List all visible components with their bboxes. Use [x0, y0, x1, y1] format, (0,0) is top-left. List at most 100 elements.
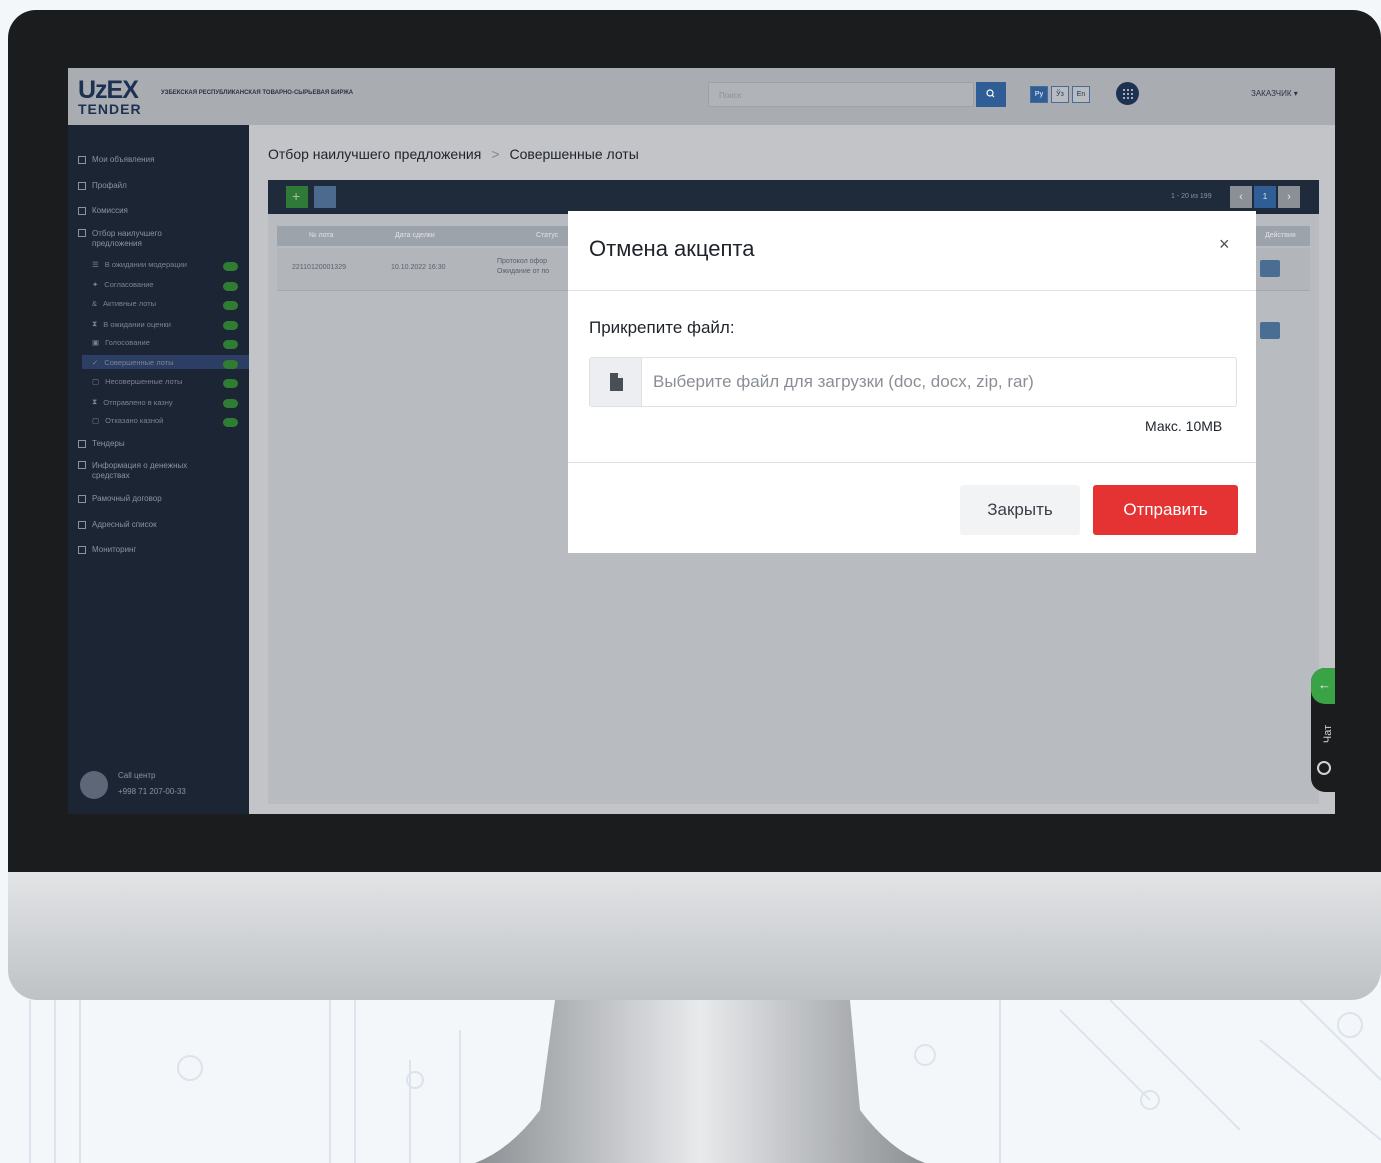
breadcrumb-parent[interactable]: Отбор наилучшего предложения: [268, 146, 481, 162]
close-button[interactable]: Закрыть: [960, 485, 1080, 535]
user-menu[interactable]: ЗАКАЗЧИК ▾: [1251, 89, 1298, 98]
sidebar-sub-voting[interactable]: ▣ Голосование: [92, 338, 150, 347]
sidebar-sub-label: Несовершенные лоты: [105, 377, 183, 386]
call-center-label: Call центр: [118, 771, 156, 780]
count-badge: [223, 418, 238, 427]
count-badge: [223, 321, 238, 330]
row-action-button[interactable]: [1260, 322, 1280, 339]
sidebar-sub-label: Отказано казной: [105, 416, 164, 425]
hourglass-icon: ⧗: [92, 397, 98, 406]
sidebar-item-monitoring[interactable]: Мониторинг: [78, 545, 136, 554]
apps-grid-icon[interactable]: [1116, 82, 1139, 105]
search-input[interactable]: Поиск: [708, 82, 974, 107]
sidebar-item-funds[interactable]: Информация о денежных средствах: [78, 461, 228, 481]
sidebar-sub-completed[interactable]: ✓ Совершенные лоты: [92, 358, 174, 367]
monitor-stand: [475, 1000, 925, 1163]
refresh-button[interactable]: [314, 186, 336, 208]
arrow-left-icon: ←: [1318, 677, 1331, 692]
sidebar-sub-label: В ожидании модерации: [104, 260, 187, 269]
file-icon-box: [590, 358, 642, 406]
cell-status: Протокол офор: [497, 258, 548, 265]
sidebar-item-profile[interactable]: Профайл: [78, 181, 127, 190]
count-badge: [223, 340, 238, 349]
sidebar-sub-label: Отправлено в казну: [103, 397, 173, 407]
add-button[interactable]: +: [286, 186, 308, 208]
sidebar-item-label: Рамочный договор: [92, 494, 162, 503]
plus-icon: +: [292, 188, 301, 204]
monitor-chin: [8, 872, 1381, 1000]
close-icon[interactable]: ×: [1219, 234, 1230, 255]
sidebar-item-label: Мониторинг: [92, 545, 137, 554]
chart-icon: [78, 545, 86, 554]
max-size-hint: Макс. 10MB: [1145, 418, 1223, 434]
col-date: Дата сделки: [395, 232, 435, 239]
cell-lot: 22110120001329: [292, 264, 346, 271]
lang-en[interactable]: En: [1072, 86, 1090, 103]
count-badge: [223, 360, 238, 369]
count-badge: [223, 282, 238, 291]
sidebar-sub-evaluation[interactable]: ⧗ В ожидании оценки: [92, 319, 171, 329]
col-actions: Действия: [1265, 232, 1296, 239]
sidebar-sub-active[interactable]: & Активные лоты: [92, 299, 156, 308]
logo-subtext: TENDER: [78, 101, 142, 117]
sidebar-item-label: Комиссия: [92, 206, 128, 215]
sidebar-sub-approval[interactable]: ✦ Согласование: [92, 280, 154, 289]
uzex-logo[interactable]: UzEX TENDER: [78, 78, 153, 118]
search-icon: [986, 89, 995, 98]
commission-icon: [78, 206, 86, 215]
file-icon: [610, 373, 623, 391]
users-icon: &: [92, 299, 98, 308]
sidebar-item-label: Профайл: [92, 181, 127, 190]
sidebar-sub-label: Голосование: [105, 338, 150, 347]
sidebar-item-framework[interactable]: Рамочный договор: [78, 494, 162, 503]
sidebar-item-label: Отбор наилучшего предложения: [92, 229, 162, 248]
file-upload-input[interactable]: Выберите файл для загрузки (doc, docx, z…: [589, 357, 1237, 407]
col-status: Статус: [536, 232, 559, 239]
prev-page-button[interactable]: ‹: [1230, 186, 1252, 208]
breadcrumb: Отбор наилучшего предложения > Совершенные…: [268, 146, 639, 162]
page-number[interactable]: 1: [1254, 186, 1276, 208]
sidebar-item-label: Информация о денежных средствах: [92, 461, 188, 480]
sidebar-sub-sent-treasury[interactable]: ⧗ Отправлено в казну: [92, 397, 173, 407]
sidebar-item-address-list[interactable]: Адресный список: [78, 520, 157, 529]
file-field-label: Прикрепите файл:: [589, 318, 735, 337]
sidebar-sub-rejected-treasury[interactable]: ▢ Отказано казной: [92, 416, 163, 425]
box-icon: ▢: [92, 377, 100, 386]
document-icon: [78, 439, 86, 448]
folder-icon: [78, 229, 86, 237]
chevron-down-icon: ▾: [1293, 89, 1298, 98]
sidebar-sub-label: Совершенные лоты: [104, 358, 174, 367]
sidebar-sub-incomplete[interactable]: ▢ Несовершенные лоты: [92, 377, 182, 386]
next-page-button[interactable]: ›: [1278, 186, 1300, 208]
cell-status: Ожидание от по: [497, 268, 550, 275]
document-icon: [78, 155, 86, 164]
row-action-button[interactable]: [1260, 260, 1280, 277]
sidebar-sub-moderation[interactable]: ☰ В ожидании модерации: [92, 260, 187, 269]
user-role: ЗАКАЗЧИК: [1251, 89, 1292, 98]
search-placeholder: Поиск: [719, 91, 742, 100]
chat-collapse-button[interactable]: ←: [1311, 668, 1335, 704]
sidebar-item-announcements[interactable]: Мои объявления: [78, 155, 154, 164]
chat-label: Чат: [1322, 724, 1335, 744]
modal-divider: [568, 290, 1256, 291]
submit-button[interactable]: Отправить: [1093, 485, 1238, 535]
list-icon: [78, 520, 86, 529]
sidebar-item-best-offer[interactable]: Отбор наилучшего предложения: [78, 229, 228, 249]
sidebar-item-tenders[interactable]: Тендеры: [78, 439, 125, 448]
count-badge: [223, 379, 238, 388]
handshake-icon: [78, 494, 86, 503]
search-button[interactable]: [976, 82, 1006, 107]
sidebar-sub-label: Активные лоты: [103, 299, 157, 308]
user-icon: [78, 181, 86, 190]
breadcrumb-current: Совершенные лоты: [509, 146, 639, 162]
count-badge: [223, 301, 238, 310]
sidebar-sub-label: В ожидании оценки: [103, 319, 171, 329]
sidebar-item-label: Мои объявления: [92, 155, 155, 164]
check-icon: ✓: [92, 358, 99, 367]
lang-uz[interactable]: Ўз: [1051, 86, 1069, 103]
sidebar-item-commission[interactable]: Комиссия: [78, 206, 128, 215]
list-icon: ☰: [92, 260, 99, 269]
sidebar-sub-label: Согласование: [104, 280, 154, 289]
sidebar-item-label: Адресный список: [92, 520, 157, 529]
lang-ru[interactable]: Ру: [1030, 86, 1048, 103]
